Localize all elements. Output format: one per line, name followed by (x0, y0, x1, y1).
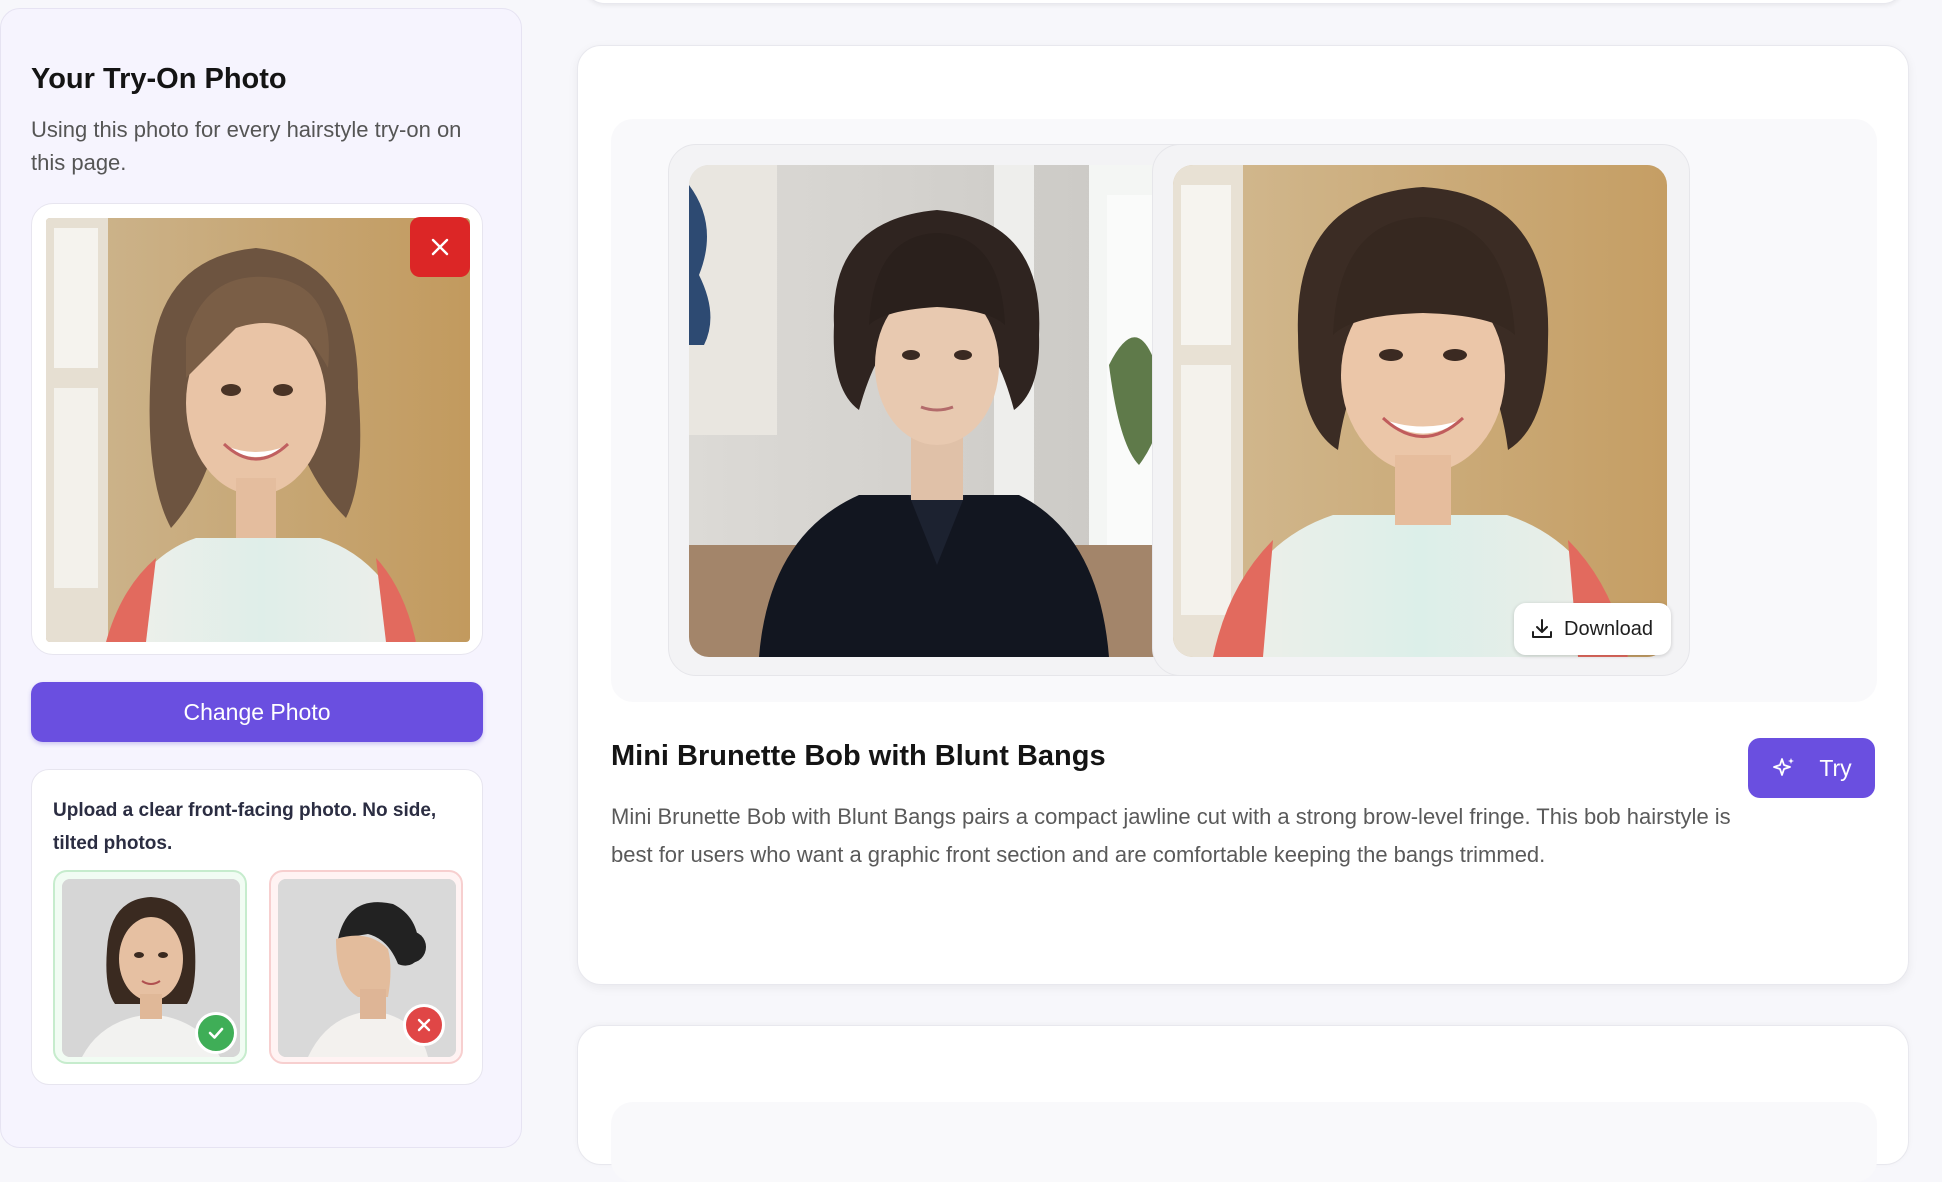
cross-icon (417, 1018, 431, 1032)
download-icon (1532, 619, 1553, 638)
sparkle-icon (1773, 758, 1795, 776)
cross-badge (403, 1004, 445, 1046)
remove-photo-button[interactable] (410, 217, 470, 277)
photo-guidelines-text: Upload a clear front-facing photo. No si… (53, 800, 437, 854)
download-label: Download (1564, 617, 1653, 640)
panel-subtitle: Using this photo for every hairstyle try… (31, 117, 462, 175)
previous-style-card (583, 0, 1905, 4)
hairstyle-description: Mini Brunette Bob with Blunt Bangs pairs… (611, 804, 1731, 867)
next-comparison-area (611, 1102, 1877, 1182)
download-button[interactable]: Download (1514, 603, 1671, 655)
photo-guidelines-card: Upload a clear front-facing photo. No si… (31, 769, 483, 1085)
user-photo (46, 218, 470, 642)
next-style-card (577, 1025, 1909, 1182)
hairstyle-card: Download Mini Brunette Bob with Blunt Ba… (577, 45, 1909, 985)
check-icon (208, 1027, 224, 1039)
try-on-result-image (1173, 165, 1667, 657)
hairstyle-title: Mini Brunette Bob with Blunt Bangs (611, 740, 1106, 772)
reference-style-image (689, 165, 1183, 657)
try-on-photo-panel: Your Try-On Photo Using this photo for e… (0, 8, 522, 1148)
try-label: Try (1819, 754, 1852, 781)
check-badge (195, 1012, 237, 1054)
panel-title: Your Try-On Photo (31, 63, 287, 95)
comparison-area: Download (611, 119, 1877, 702)
try-button[interactable]: Try (1748, 738, 1875, 798)
good-example (53, 870, 247, 1064)
close-icon (431, 238, 449, 256)
change-photo-button[interactable]: Change Photo (31, 682, 483, 742)
reference-style-frame (668, 144, 1206, 676)
bad-example (269, 870, 463, 1064)
result-frame: Download (1152, 144, 1690, 676)
